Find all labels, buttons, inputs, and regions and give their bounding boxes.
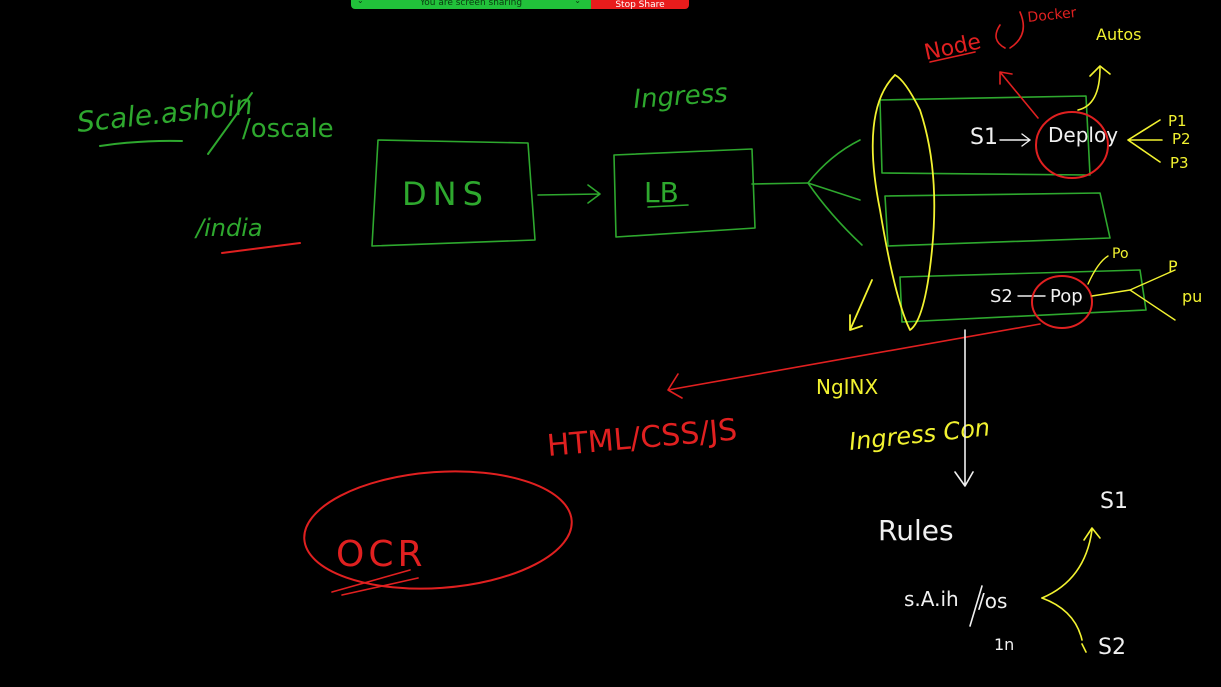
cluster-down-arrow bbox=[954, 329, 974, 487]
autos-label: Autos bbox=[1096, 25, 1141, 44]
oscale-label: /oscale bbox=[242, 114, 334, 144]
scale-domain-label: Scale.ashoin bbox=[75, 88, 254, 139]
node-pointer-arrow bbox=[999, 71, 1039, 119]
scale-domain-group: Scale.ashoin /oscale /india bbox=[75, 88, 334, 254]
lb-box-outline bbox=[613, 148, 756, 238]
rule-s2-label: S2 bbox=[1098, 635, 1126, 660]
lb-fanout bbox=[751, 139, 863, 246]
lb-label: LB bbox=[644, 176, 679, 209]
docker-paren bbox=[995, 11, 1025, 49]
s1-label: S1 bbox=[970, 125, 998, 150]
docker-label: Docker bbox=[1027, 5, 1078, 26]
lb-box: LB bbox=[613, 148, 756, 238]
node-row-2 bbox=[884, 192, 1111, 247]
ocr-label: OCR bbox=[336, 534, 427, 575]
pop-up-arrow bbox=[1087, 255, 1109, 285]
p1-label: P1 bbox=[1168, 112, 1187, 130]
rule-host-label: s.A.ih bbox=[904, 587, 959, 611]
rule-path-label: /os bbox=[978, 589, 1007, 613]
india-underline bbox=[221, 242, 301, 254]
dns-box: DNS bbox=[371, 139, 536, 247]
autos-arrow bbox=[1077, 65, 1111, 111]
rules-label: Rules bbox=[878, 514, 954, 547]
pop-label: Pop bbox=[1050, 286, 1083, 307]
dns-label: DNS bbox=[402, 175, 489, 213]
rule-s1-label: S1 bbox=[1100, 489, 1128, 514]
s1-arrow bbox=[999, 133, 1031, 147]
deploy-fanout bbox=[1127, 119, 1163, 163]
whiteboard-canvas[interactable]: Scale.ashoin /oscale /india DNS Ingress … bbox=[0, 0, 1221, 687]
cluster-outline bbox=[849, 74, 936, 331]
pu-label: pu bbox=[1182, 287, 1202, 306]
p3-label: P3 bbox=[1170, 154, 1189, 172]
rule-1n-label: 1n bbox=[994, 635, 1014, 654]
rule-branch-down bbox=[1041, 597, 1087, 653]
india-label: /india bbox=[194, 214, 263, 242]
po-label: Po bbox=[1112, 246, 1129, 262]
dns-to-lb-arrow bbox=[537, 184, 601, 204]
ingress-label: Ingress bbox=[632, 78, 728, 115]
rule-branch-up bbox=[1041, 527, 1101, 599]
ingress-controller-label: Ingress Con bbox=[848, 413, 992, 456]
nginx-label: NgINX bbox=[816, 375, 879, 399]
html-label: HTML/CSS/JS bbox=[546, 412, 739, 463]
ocr-ellipse bbox=[303, 470, 573, 590]
s2-label: S2 bbox=[990, 286, 1013, 307]
p2-label: P2 bbox=[1172, 130, 1191, 148]
node-label: Node bbox=[922, 29, 983, 65]
scale-domain-underline bbox=[99, 139, 183, 147]
